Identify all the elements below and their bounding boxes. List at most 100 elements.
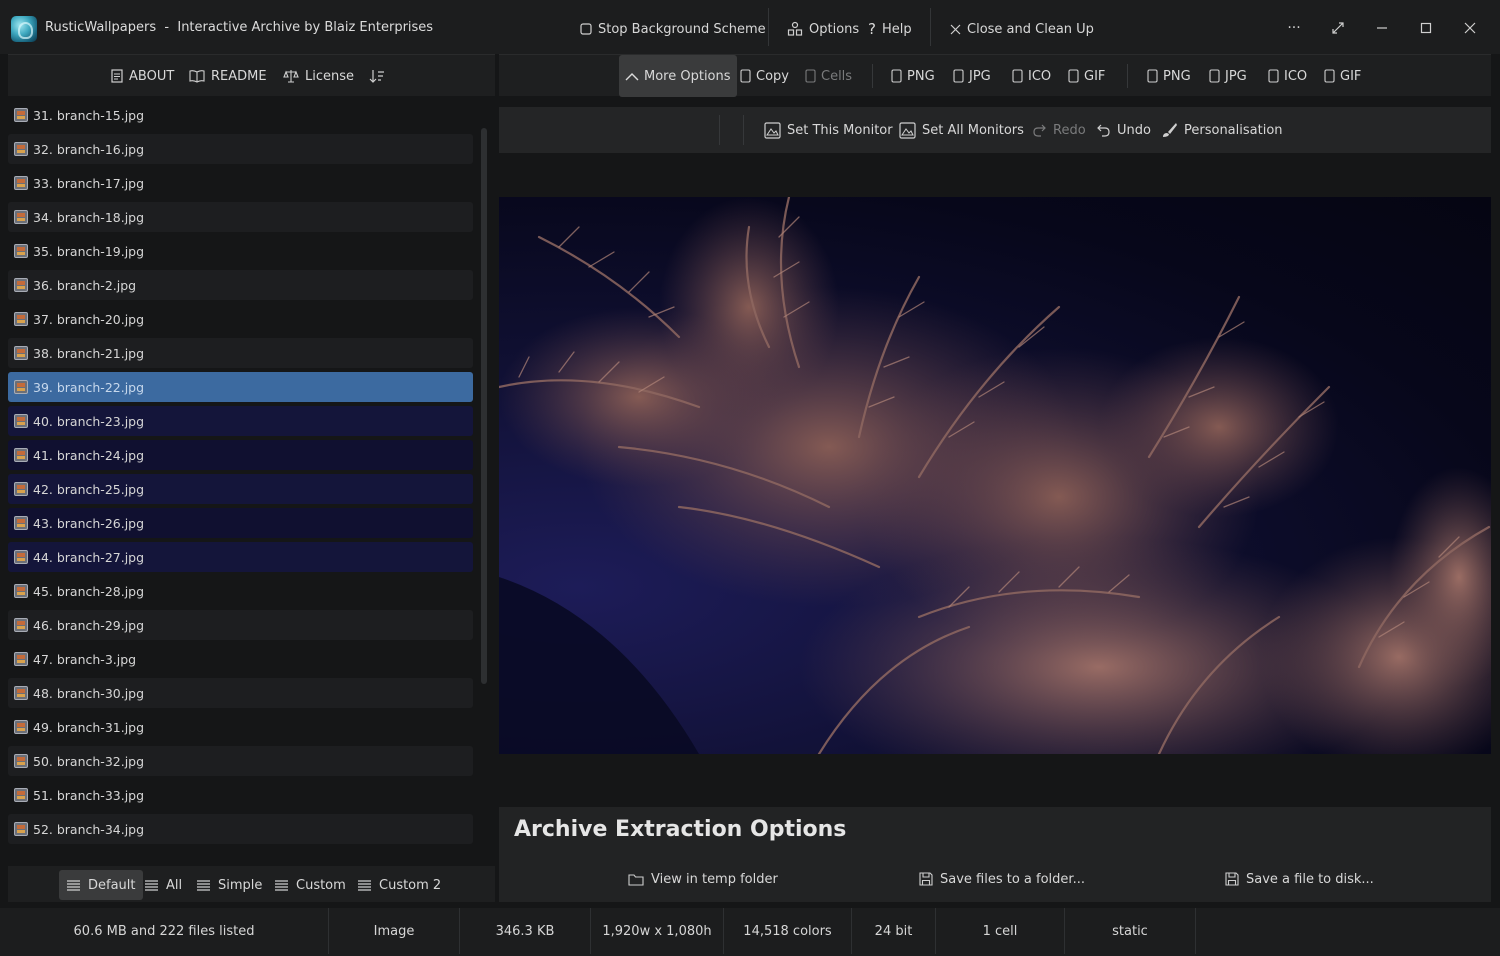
view-mode-simple-button[interactable]: Simple — [189, 870, 269, 900]
save-file-to-disk-button[interactable]: Save a file to disk... — [1225, 869, 1374, 889]
preview-area — [499, 153, 1491, 807]
file-list-item[interactable]: 46. branch-29.jpg — [8, 610, 473, 640]
save-png-button[interactable]: PNG — [1147, 66, 1191, 86]
close-window-button[interactable] — [1459, 17, 1481, 39]
archive-extraction-title: Archive Extraction Options — [514, 817, 847, 842]
set-this-monitor-button[interactable]: Set This Monitor — [764, 120, 893, 140]
toolbar-divider — [1127, 64, 1128, 88]
checkbox-icon — [580, 23, 592, 35]
file-list-item[interactable]: 41. branch-24.jpg — [8, 440, 473, 470]
file-list-item[interactable]: 44. branch-27.jpg — [8, 542, 473, 572]
app-logo-icon — [11, 16, 37, 42]
close-and-clean-up-button[interactable]: Close and Clean Up — [950, 18, 1094, 40]
readme-label: README — [211, 68, 267, 84]
image-file-icon — [14, 788, 28, 802]
stop-background-scheme-label: Stop Background Scheme — [598, 21, 766, 37]
file-list-item[interactable]: 40. branch-23.jpg — [8, 406, 473, 436]
set-all-monitors-label: Set All Monitors — [922, 122, 1024, 138]
file-list-item[interactable]: 48. branch-30.jpg — [8, 678, 473, 708]
help-button[interactable]: ? Help — [868, 18, 912, 40]
maximize-button[interactable] — [1415, 17, 1437, 39]
file-list-scrollbar[interactable] — [481, 128, 487, 684]
fullscreen-button[interactable] — [1327, 17, 1349, 39]
view-mode-all-button[interactable]: All — [137, 870, 189, 900]
readme-button[interactable]: README — [189, 66, 267, 86]
view-mode-custom-2-label: Custom 2 — [379, 877, 442, 893]
cells-button[interactable]: Cells — [805, 66, 852, 86]
copy-png-button[interactable]: PNG — [891, 66, 935, 86]
list-icon — [358, 879, 371, 891]
toolbar-divider — [872, 64, 873, 88]
file-list-item[interactable]: 43. branch-26.jpg — [8, 508, 473, 538]
save-ico-button[interactable]: ICO — [1268, 66, 1307, 86]
file-name: 48. branch-30.jpg — [33, 685, 145, 701]
copy-ico-button[interactable]: ICO — [1012, 66, 1051, 86]
question-mark-icon: ? — [868, 20, 876, 38]
redo-button[interactable]: Redo — [1032, 120, 1086, 140]
more-options-button[interactable]: More Options — [619, 55, 737, 97]
file-list-item[interactable]: 52. branch-34.jpg — [8, 814, 473, 844]
view-in-temp-folder-button[interactable]: View in temp folder — [628, 869, 778, 889]
more-menu-button[interactable]: ··· — [1283, 17, 1305, 39]
save-jpg-label: JPG — [1225, 68, 1247, 84]
file-list-item[interactable]: 47. branch-3.jpg — [8, 644, 473, 674]
scales-icon — [283, 70, 299, 83]
picture-icon — [764, 121, 781, 139]
image-file-icon — [14, 176, 28, 190]
image-file-icon — [14, 210, 28, 224]
file-list-item[interactable]: 34. branch-18.jpg — [8, 202, 473, 232]
license-label: License — [305, 68, 355, 84]
file-list-item[interactable]: 35. branch-19.jpg — [8, 236, 473, 266]
copy-png-label: PNG — [907, 68, 935, 84]
minimize-button[interactable] — [1371, 17, 1393, 39]
file-list-item[interactable]: 33. branch-17.jpg — [8, 168, 473, 198]
options-button[interactable]: Options — [787, 18, 859, 40]
image-file-icon — [14, 278, 28, 292]
personalisation-button[interactable]: Personalisation — [1161, 120, 1283, 140]
file-list-item[interactable]: 50. branch-32.jpg — [8, 746, 473, 776]
view-mode-custom-2-button[interactable]: Custom 2 — [350, 870, 448, 900]
file-list-item[interactable]: 37. branch-20.jpg — [8, 304, 473, 334]
copy-icon — [1012, 69, 1023, 83]
file-list-item[interactable]: 49. branch-31.jpg — [8, 712, 473, 742]
sort-button[interactable] — [369, 66, 385, 86]
copy-icon — [1068, 69, 1079, 83]
image-file-icon — [14, 346, 28, 360]
file-list-item[interactable]: 51. branch-33.jpg — [8, 780, 473, 810]
file-list[interactable]: 31. branch-15.jpg 32. branch-16.jpg 33. br… — [8, 98, 476, 860]
copy-jpg-button[interactable]: JPG — [953, 66, 991, 86]
copy-button[interactable]: Copy — [740, 66, 789, 86]
image-file-icon — [14, 584, 28, 598]
save-gif-button[interactable]: GIF — [1324, 66, 1361, 86]
status-type: Image — [329, 908, 460, 954]
save-jpg-button[interactable]: JPG — [1209, 66, 1247, 86]
file-name: 40. branch-23.jpg — [33, 413, 145, 429]
stop-background-scheme-button[interactable]: Stop Background Scheme — [580, 18, 766, 40]
file-name: 38. branch-21.jpg — [33, 345, 145, 361]
save-files-to-folder-button[interactable]: Save files to a folder... — [919, 869, 1085, 889]
image-file-icon — [14, 618, 28, 632]
file-list-item[interactable]: 32. branch-16.jpg — [8, 134, 473, 164]
file-list-item[interactable]: 42. branch-25.jpg — [8, 474, 473, 504]
paintbrush-icon — [1163, 123, 1177, 137]
file-list-item[interactable]: 31. branch-15.jpg — [8, 100, 473, 130]
view-mode-default-button[interactable]: Default — [59, 870, 143, 900]
file-list-item[interactable]: 36. branch-2.jpg — [8, 270, 473, 300]
view-mode-custom-button[interactable]: Custom — [267, 870, 353, 900]
title-separator: - — [164, 20, 170, 35]
file-list-item[interactable]: 38. branch-21.jpg — [8, 338, 473, 368]
about-button[interactable]: ABOUT — [111, 66, 174, 86]
license-button[interactable]: License — [283, 66, 354, 86]
minimize-icon — [1377, 27, 1387, 29]
help-label: Help — [881, 21, 912, 37]
copy-gif-button[interactable]: GIF — [1068, 66, 1105, 86]
undo-button[interactable]: Undo — [1096, 120, 1151, 140]
copy-icon — [891, 69, 902, 83]
file-name: 35. branch-19.jpg — [33, 243, 145, 259]
status-bar: 60.6 MB and 222 files listed Image 346.3… — [0, 908, 1500, 956]
file-list-item[interactable]: 39. branch-22.jpg — [8, 372, 473, 402]
archive-extraction-panel: Archive Extraction Options View in temp … — [499, 807, 1491, 902]
file-list-item[interactable]: 45. branch-28.jpg — [8, 576, 473, 606]
set-all-monitors-button[interactable]: Set All Monitors — [899, 120, 1024, 140]
file-name: 42. branch-25.jpg — [33, 481, 145, 497]
